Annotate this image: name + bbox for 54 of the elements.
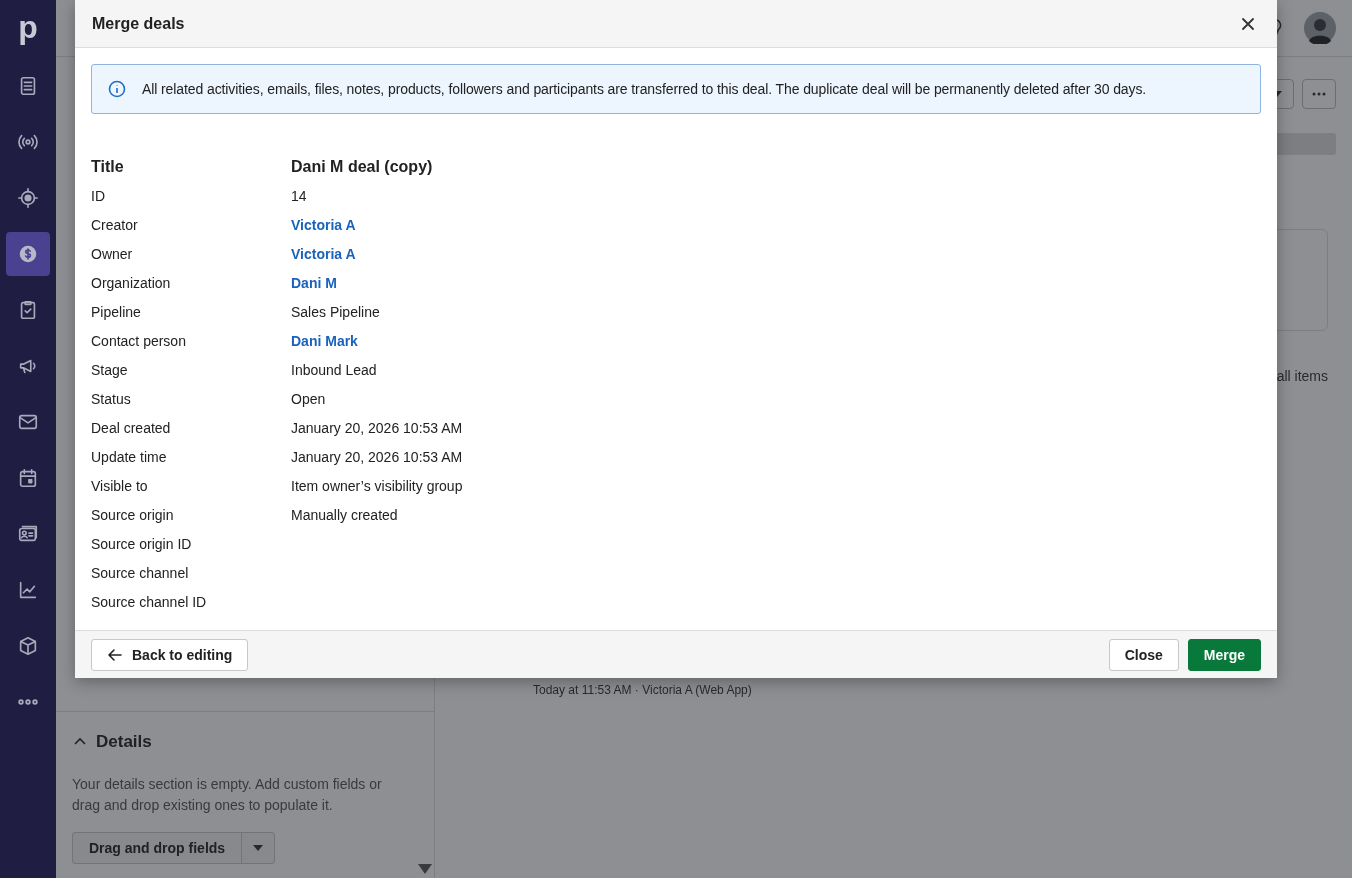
field-value: Sales Pipeline xyxy=(291,303,380,320)
field-label: Status xyxy=(91,390,132,407)
field-label: Source origin xyxy=(91,506,175,523)
field-link[interactable]: Victoria A xyxy=(291,245,356,262)
close-button[interactable]: Close xyxy=(1108,638,1179,671)
field-link[interactable]: Victoria A xyxy=(291,216,356,233)
calendar-icon xyxy=(17,467,39,489)
notice-text: All related activities, emails, files, notes, products, followers and participants are transferred to this deal. The duplicate deal will be permanently deleted after 30 days. xyxy=(142,81,1147,97)
scroll-down-icon[interactable] xyxy=(418,864,432,874)
field-label: Visible to xyxy=(91,477,149,494)
field-label: Title xyxy=(91,157,125,176)
target-icon xyxy=(17,187,39,209)
field-link[interactable]: Dani Mark xyxy=(291,332,358,349)
more-icon xyxy=(18,699,38,705)
field-label: Source origin ID xyxy=(91,535,193,552)
info-icon xyxy=(108,80,126,98)
field-label: Update time xyxy=(91,448,168,465)
field-label: Owner xyxy=(91,245,134,262)
field-label: Deal created xyxy=(91,419,172,436)
field-value: January 20, 2026 10:53 AM xyxy=(291,448,463,465)
field-link[interactable]: Dani M xyxy=(291,274,337,291)
section-title: Details xyxy=(96,732,152,752)
activity-meta: Today at 11:53 AM · Victoria A (Web App) xyxy=(533,683,752,697)
logo[interactable]: p xyxy=(18,6,38,50)
field-label: Contact person xyxy=(91,332,187,349)
deal-title: Dani M deal (copy) xyxy=(291,157,433,176)
field-value: January 20, 2026 10:53 AM xyxy=(291,419,463,436)
close-icon[interactable] xyxy=(1240,15,1256,32)
chart-icon xyxy=(17,579,39,601)
field-value: 14 xyxy=(291,187,307,204)
field-label: Source channel xyxy=(91,564,190,581)
dollar-icon xyxy=(17,243,39,265)
back-button[interactable]: Back to editing xyxy=(91,638,249,671)
avatar[interactable] xyxy=(1304,12,1336,44)
box-icon xyxy=(17,635,39,657)
nav-item[interactable] xyxy=(6,232,50,276)
caret-icon xyxy=(253,845,264,851)
more-icon xyxy=(1312,92,1326,96)
dialog-title: Merge deals xyxy=(92,14,185,33)
field-label: Creator xyxy=(91,216,139,233)
field-value: Manually created xyxy=(291,506,398,523)
field-value: Item owner’s visibility group xyxy=(291,477,463,494)
field-label: ID xyxy=(91,187,106,204)
merge-button[interactable]: Merge xyxy=(1187,638,1261,671)
field-label: Stage xyxy=(91,361,129,378)
empty-section-text: Your details section is empty. Add custom fields or drag and drop existing ones to populate it. xyxy=(72,775,383,815)
field-label: Source channel ID xyxy=(91,593,208,610)
field-label: Pipeline xyxy=(91,303,142,320)
field-value: Inbound Lead xyxy=(291,361,377,378)
drag-and-drop-button[interactable]: Drag and drop fields xyxy=(73,833,243,863)
arrow-left-icon xyxy=(107,646,123,663)
view-all-link[interactable]: all items xyxy=(1276,368,1328,384)
field-value: Open xyxy=(291,390,326,407)
field-label: Organization xyxy=(91,274,172,291)
